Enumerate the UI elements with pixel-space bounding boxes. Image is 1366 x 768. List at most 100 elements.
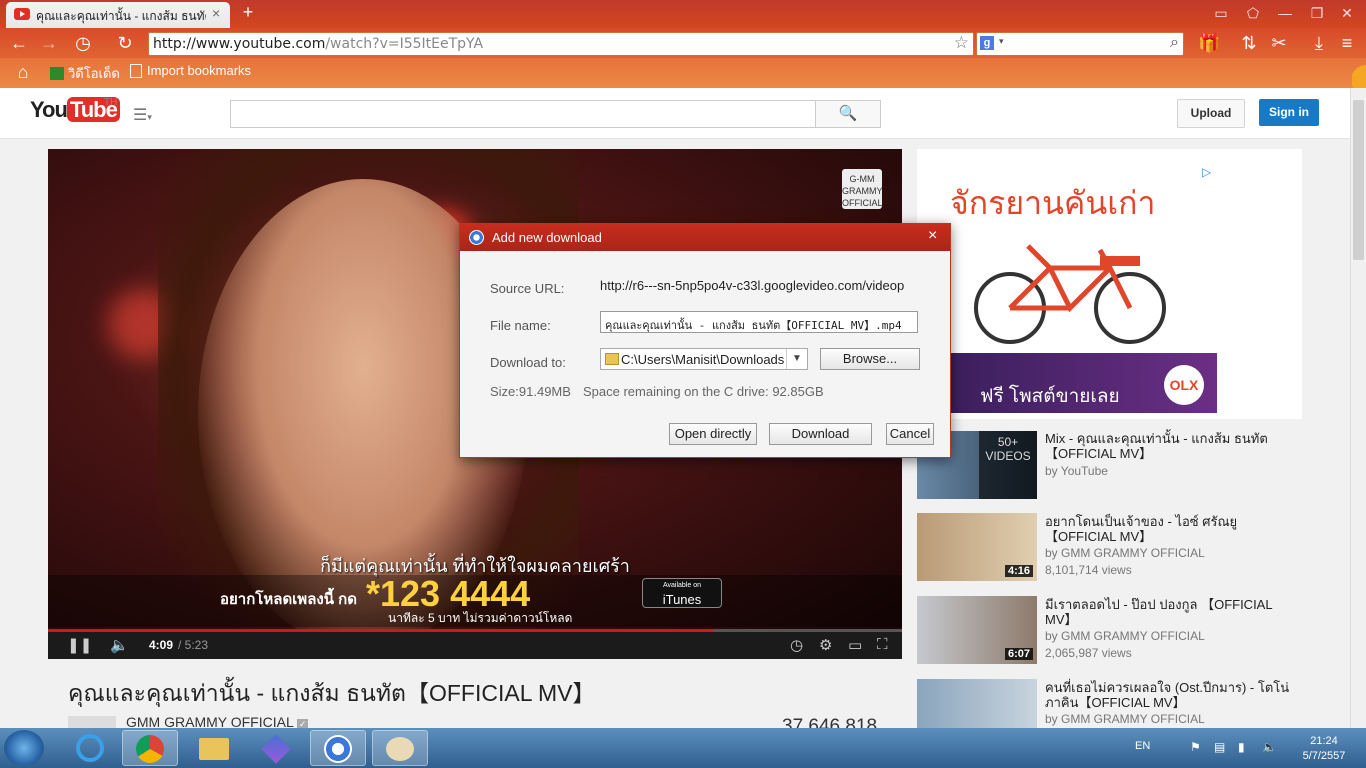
scrollbar-thumb[interactable] <box>1353 100 1364 260</box>
bicycle-image <box>974 244 1166 344</box>
browser-logo-icon <box>469 230 484 245</box>
player-controls <box>48 629 902 659</box>
download-icon[interactable]: ⤓ <box>1308 33 1330 53</box>
dialog-close-button[interactable]: × <box>928 227 937 245</box>
new-tab-button[interactable]: + <box>236 3 260 22</box>
language-indicator[interactable]: EN <box>1135 740 1150 752</box>
speaker-icon[interactable]: 🔈 <box>1262 740 1277 754</box>
back-icon[interactable]: ← <box>8 33 30 53</box>
address-bar[interactable]: http://www.youtube.com/watch?v=I55ItEeTp… <box>148 32 974 56</box>
scissors-icon[interactable]: ✂ <box>1268 33 1290 53</box>
network-icon[interactable]: ▮ <box>1238 740 1245 754</box>
engine-dropdown-icon[interactable]: ▾ <box>999 36 1004 47</box>
maximize-button[interactable]: ❐ <box>1306 4 1328 22</box>
google-icon[interactable]: g <box>980 36 994 50</box>
volume-icon[interactable]: 🔈 <box>110 636 129 654</box>
search-engine-box[interactable]: g ▾ ⌕ <box>976 32 1184 56</box>
video-title: คุณและคุณเท่านั้น - แกงส้ม ธนทัต【OFFICIA… <box>68 680 596 706</box>
related-by[interactable]: by GMM GRAMMY OFFICIAL <box>1045 629 1205 643</box>
watch-later-icon[interactable]: ◷ <box>790 636 803 654</box>
time-total: / 5:23 <box>178 638 209 652</box>
related-by[interactable]: by GMM GRAMMY OFFICIAL <box>1045 712 1205 726</box>
theater-mode-icon[interactable]: ▭ <box>848 636 862 654</box>
download-to-label: Download to: <box>490 355 566 370</box>
playlist-count: 50+ VIDEOS <box>979 431 1037 499</box>
related-title[interactable]: อยากโดนเป็นเจ้าของ - ไอซ์ ศรัณยู【OFFICIA… <box>1045 514 1295 544</box>
related-by[interactable]: by GMM GRAMMY OFFICIAL <box>1045 546 1205 560</box>
internet-explorer-icon[interactable] <box>62 730 118 766</box>
import-bookmarks[interactable]: Import bookmarks <box>130 63 251 78</box>
file-size: Size:91.49MB <box>490 384 571 399</box>
chrome-icon[interactable] <box>122 730 178 766</box>
download-button[interactable]: Download <box>769 423 872 445</box>
ad-banner-text: ฟรี โพสต์ขายเลย <box>980 386 1120 407</box>
browser-tab[interactable]: คุณและคุณเท่านั้น - แกงส้ม ธนทัต × <box>6 2 230 28</box>
video-thumbnail[interactable]: 4:16 <box>917 513 1037 581</box>
itunes-badge: Available on iTunes <box>642 578 722 608</box>
flag-icon[interactable]: ⚑ <box>1190 740 1201 754</box>
browse-button[interactable]: Browse... <box>820 348 920 370</box>
device-icon[interactable]: ▤ <box>1214 740 1225 754</box>
source-url-label: Source URL: <box>490 281 565 296</box>
open-directly-button[interactable]: Open directly <box>669 423 757 445</box>
sync-icon[interactable]: ⇅ <box>1238 33 1260 53</box>
progress-fill <box>48 629 715 632</box>
promo-subtext: นาทีละ 5 บาท ไม่รวมค่าดาวน์โหลด <box>388 611 573 625</box>
related-video[interactable]: 6:07 <box>917 596 1037 664</box>
start-button[interactable] <box>4 730 44 766</box>
adchoices-icon[interactable]: ▷ <box>1202 165 1211 179</box>
youtube-search-input[interactable] <box>230 100 816 128</box>
video-thumbnail[interactable] <box>917 679 1037 728</box>
youtube-search-button[interactable]: 🔍 <box>815 100 881 128</box>
related-title[interactable]: Mix - คุณและคุณเท่านั้น - แกงส้ม ธนทัต【O… <box>1045 431 1295 461</box>
related-video[interactable] <box>917 679 1037 728</box>
fullscreen-icon[interactable]: ⛶ <box>877 636 888 653</box>
video-thumbnail[interactable]: 6:07 <box>917 596 1037 664</box>
download-path-select[interactable]: C:\Users\Manisit\Downloads ▼ <box>600 348 808 370</box>
search-icon[interactable]: ⌕ <box>1170 34 1179 52</box>
upload-button[interactable]: Upload <box>1177 99 1245 128</box>
related-views: 2,065,987 views <box>1045 646 1132 660</box>
youtube-favicon-icon <box>14 8 30 20</box>
related-video[interactable]: 4:16 <box>917 513 1037 581</box>
file-name-label: File name: <box>490 318 551 333</box>
search-icon: 🔍 <box>838 105 858 122</box>
ad-title: จักรยานคันเก่า <box>950 185 1156 221</box>
related-title[interactable]: มีเราตลอดไป - ป๊อป ปองกูล 【OFFICIAL MV】 <box>1045 597 1295 627</box>
bookmark-item[interactable]: วิดีโอเด็ด <box>50 63 120 84</box>
file-name-input[interactable]: คุณและคุณเท่านั้น - แกงส้ม ธนทัต【OFFICIA… <box>600 311 918 333</box>
system-clock[interactable]: 21:24 5/7/2557 <box>1294 734 1354 764</box>
pause-icon[interactable]: ❚❚ <box>67 636 92 654</box>
guide-menu-icon[interactable]: ☰▾ <box>133 105 152 125</box>
signin-button[interactable]: Sign in <box>1259 99 1319 126</box>
chevron-down-icon[interactable]: ▼ <box>786 349 807 369</box>
tab-close-icon[interactable]: × <box>212 5 220 21</box>
media-app-icon[interactable] <box>248 730 304 766</box>
browser-icon[interactable] <box>310 730 366 766</box>
cancel-button[interactable]: Cancel <box>886 423 934 445</box>
bookmark-star-icon[interactable]: ☆ <box>954 33 969 53</box>
settings-gear-icon[interactable]: ⚙ <box>819 636 832 654</box>
paint-icon[interactable] <box>372 730 428 766</box>
related-by[interactable]: by YouTube <box>1045 464 1108 478</box>
url-text: http://www.youtube.com/watch?v=I55ItEeTp… <box>153 36 484 52</box>
chat-icon[interactable]: ▭ <box>1210 4 1232 22</box>
menu-icon[interactable]: ≡ <box>1336 33 1358 53</box>
video-bookmark-icon <box>50 67 64 80</box>
page-scrollbar[interactable] <box>1350 88 1366 728</box>
reload-icon[interactable]: ↻ <box>114 33 136 53</box>
home-icon[interactable]: ⌂ <box>12 62 34 82</box>
related-title[interactable]: คนที่เธอไม่ควรเผลอใจ (Ost.ปีกมาร) - โตโน… <box>1045 680 1295 710</box>
source-url-value: http://r6---sn-5np5po4v-c33l.googlevideo… <box>600 278 905 293</box>
skin-icon[interactable]: ⬠ <box>1242 4 1264 22</box>
file-explorer-icon[interactable] <box>186 730 242 766</box>
add-download-dialog: Add new download × Source URL: http://r6… <box>459 223 951 458</box>
window-close-button[interactable]: ✕ <box>1336 4 1358 22</box>
history-icon[interactable]: ◷ <box>72 33 94 53</box>
forward-icon[interactable]: → <box>38 33 60 53</box>
gift-icon[interactable]: 🎁 <box>1198 33 1220 53</box>
minimize-button[interactable]: — <box>1274 4 1296 22</box>
dialog-title: Add new download <box>492 230 602 245</box>
gmm-logo: G-MM GRAMMY OFFICIAL <box>842 169 883 209</box>
folder-icon <box>605 353 619 365</box>
